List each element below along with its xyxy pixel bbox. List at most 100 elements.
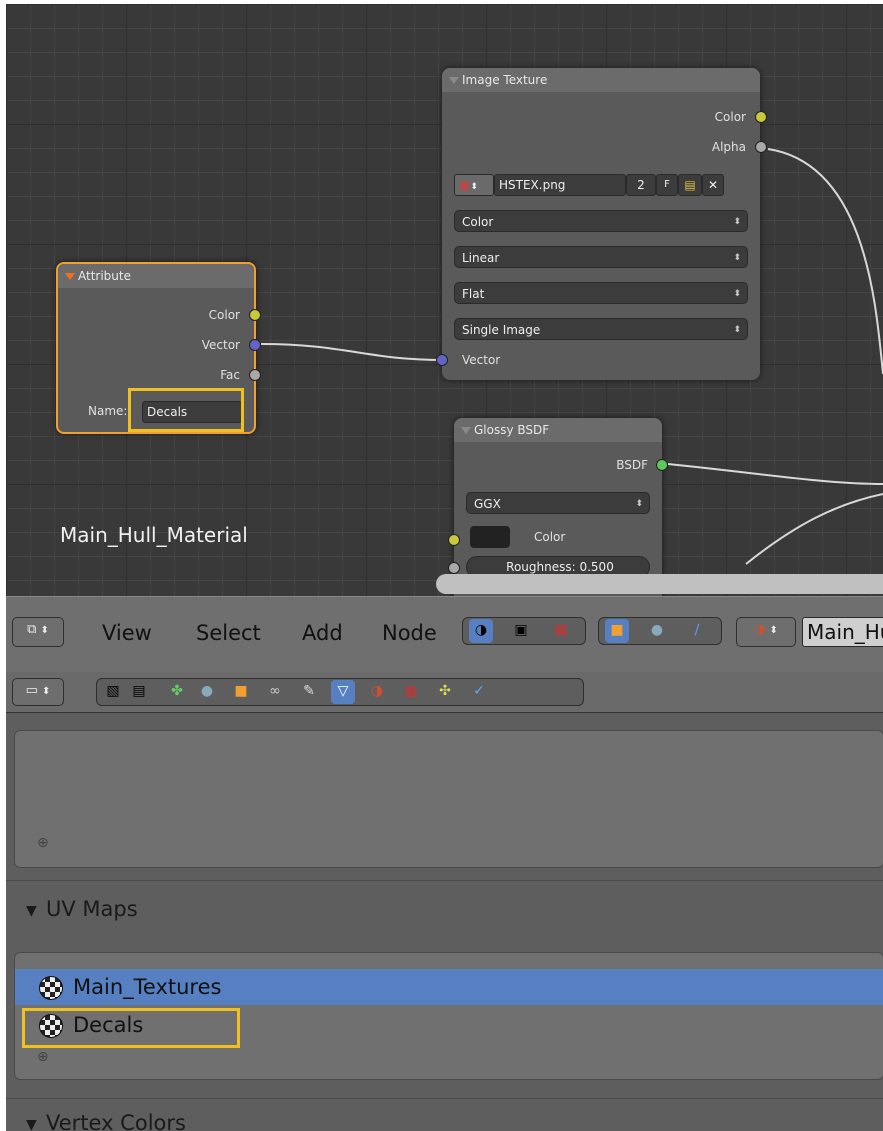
attribute-node-title: Attribute xyxy=(78,269,131,283)
menu-add[interactable]: Add xyxy=(302,621,343,645)
link-vector xyxy=(260,343,445,361)
line-style-brush-icon[interactable]: ∕ xyxy=(685,619,709,643)
uv-map-name: Main_Textures xyxy=(73,975,222,999)
output-bsdf-label: BSDF xyxy=(616,458,648,472)
color-swatch[interactable] xyxy=(470,526,510,548)
editor-type-button[interactable]: ▭ ⬍ xyxy=(12,678,64,706)
material-name-field[interactable]: Main_Hull_Material xyxy=(802,617,883,647)
image-texture-header[interactable]: Image Texture xyxy=(442,68,760,92)
object-cube-icon[interactable]: ■ xyxy=(605,619,629,643)
unlink-close-icon[interactable]: ✕ xyxy=(702,174,724,196)
editor-type-icon: ⧉ xyxy=(27,622,37,637)
link-bsdf xyxy=(667,463,883,485)
output-vector-label: Vector xyxy=(201,338,240,352)
output-color-label: Color xyxy=(714,110,746,124)
material-sphere-icon: ◑ xyxy=(754,622,766,637)
output-alpha-label: Alpha xyxy=(711,140,746,154)
chevron-updown-icon: ⬍ xyxy=(42,686,51,697)
uv-maps-title: UV Maps xyxy=(46,897,138,921)
open-folder-icon[interactable]: ▤ xyxy=(678,174,702,196)
modifier-wrench-icon[interactable]: ✎ xyxy=(297,680,321,704)
mesh-data-icon[interactable]: ▽ xyxy=(331,680,355,704)
collapse-triangle-icon[interactable] xyxy=(65,273,75,280)
node-editor-header: ⧉ ⬍ View Select Add Node ◑ ▣ ▦ ■ ● ∕ ◑ ⬍… xyxy=(6,596,883,674)
compositing-icon[interactable]: ▦ xyxy=(549,619,573,643)
socket-color-output[interactable] xyxy=(249,309,261,321)
horizontal-scrollbar[interactable] xyxy=(436,574,883,594)
scene-icon[interactable]: ✤ xyxy=(165,680,189,704)
socket-fac-output[interactable] xyxy=(249,369,261,381)
object-icon[interactable]: ■ xyxy=(229,680,253,704)
chevron-updown-icon: ⬍ xyxy=(733,253,741,263)
image-name-field[interactable]: HSTEX.png xyxy=(494,174,626,196)
color-space-dropdown[interactable]: Color ⬍ xyxy=(454,210,748,232)
shader-icon[interactable]: ◑ xyxy=(469,619,493,643)
image-texture-node[interactable]: Image Texture Color Alpha ▣⬍ HSTEX.png 2… xyxy=(436,68,767,380)
socket-color-input[interactable] xyxy=(448,534,460,546)
name-label: Name: xyxy=(88,404,128,418)
socket-color-output[interactable] xyxy=(755,111,767,123)
image-users-count[interactable]: 2 xyxy=(626,174,656,196)
add-icon[interactable]: ⊕ xyxy=(37,1049,49,1065)
socket-vector-output[interactable] xyxy=(249,339,261,351)
chevron-updown-icon: ⬍ xyxy=(769,625,778,636)
chevron-updown-icon: ⬍ xyxy=(40,625,49,636)
glossy-title: Glossy BSDF xyxy=(474,423,550,437)
collapse-triangle-icon[interactable] xyxy=(449,77,459,84)
world-icon[interactable]: ● xyxy=(645,619,669,643)
source-dropdown[interactable]: Single Image ⬍ xyxy=(454,318,748,340)
attribute-node-header[interactable]: Attribute xyxy=(58,264,254,288)
constraints-icon[interactable]: ∞ xyxy=(263,680,287,704)
material-icon[interactable]: ◑ xyxy=(365,680,389,704)
node-editor-canvas[interactable]: Attribute Color Vector Fac Name: Decals … xyxy=(6,4,883,596)
projection-value: Flat xyxy=(462,287,485,301)
render-layers-icon[interactable]: ▤ xyxy=(127,680,151,704)
socket-alpha-output[interactable] xyxy=(755,141,767,153)
socket-roughness-input[interactable] xyxy=(448,562,460,574)
disclosure-triangle-icon: ▼ xyxy=(26,1117,37,1131)
chevron-updown-icon: ⬍ xyxy=(733,289,741,299)
list-item-main-textures[interactable]: Main_Textures xyxy=(15,969,883,1005)
highlight-decals-uv xyxy=(22,1008,240,1048)
image-browse-button[interactable]: ▣⬍ xyxy=(454,174,494,196)
color-input-label: Color xyxy=(534,530,566,544)
interpolation-dropdown[interactable]: Linear ⬍ xyxy=(454,246,748,268)
color-space-value: Color xyxy=(462,215,494,229)
glossy-header[interactable]: Glossy BSDF xyxy=(454,418,662,442)
output-fac-label: Fac xyxy=(220,368,240,382)
highlight-attribute-name xyxy=(128,388,244,432)
texture-icon[interactable]: ▣ xyxy=(509,619,533,643)
output-color-label: Color xyxy=(208,308,240,322)
fake-user-button[interactable]: F xyxy=(656,174,678,196)
particles-icon[interactable]: ✣ xyxy=(433,680,457,704)
collapse-triangle-icon[interactable] xyxy=(461,427,471,434)
distribution-value: GGX xyxy=(474,497,501,511)
texture-icon[interactable]: ▦ xyxy=(399,680,423,704)
image-icon: ▣ xyxy=(459,178,471,192)
socket-bsdf-output[interactable] xyxy=(656,459,668,471)
chevron-updown-icon: ⬍ xyxy=(470,182,478,192)
interpolation-value: Linear xyxy=(462,251,500,265)
properties-icon: ▭ xyxy=(25,683,38,698)
menu-select[interactable]: Select xyxy=(196,621,261,645)
link-misc xyxy=(745,493,883,565)
menu-view[interactable]: View xyxy=(102,621,152,645)
vertex-colors-section-header[interactable]: ▼ Vertex Colors xyxy=(6,1098,883,1131)
chevron-updown-icon: ⬍ xyxy=(635,499,643,509)
add-icon[interactable]: ⊕ xyxy=(37,835,49,851)
shader-type-group: ◑ ▣ ▦ xyxy=(462,617,586,645)
image-texture-title: Image Texture xyxy=(462,73,548,87)
projection-dropdown[interactable]: Flat ⬍ xyxy=(454,282,748,304)
menu-node[interactable]: Node xyxy=(382,621,437,645)
uv-maps-section-header[interactable]: ▼ UV Maps xyxy=(6,880,883,937)
editor-type-button[interactable]: ⧉ ⬍ xyxy=(12,617,64,647)
render-camera-icon[interactable]: ▧ xyxy=(101,680,125,704)
glossy-bsdf-node[interactable]: Glossy BSDF BSDF GGX ⬍ Color Roughness: 0… xyxy=(448,418,668,596)
properties-header: ▭ ⬍ ▧ ▤ ✤ ● ■ ∞ ✎ ▽ ◑ ▦ ✣ ✓ xyxy=(6,672,883,713)
physics-icon[interactable]: ✓ xyxy=(467,680,491,704)
socket-vector-input[interactable] xyxy=(436,354,448,366)
distribution-dropdown[interactable]: GGX ⬍ xyxy=(466,492,650,514)
chevron-updown-icon: ⬍ xyxy=(733,325,741,335)
material-browse-button[interactable]: ◑ ⬍ xyxy=(736,617,796,647)
world-icon[interactable]: ● xyxy=(195,680,219,704)
